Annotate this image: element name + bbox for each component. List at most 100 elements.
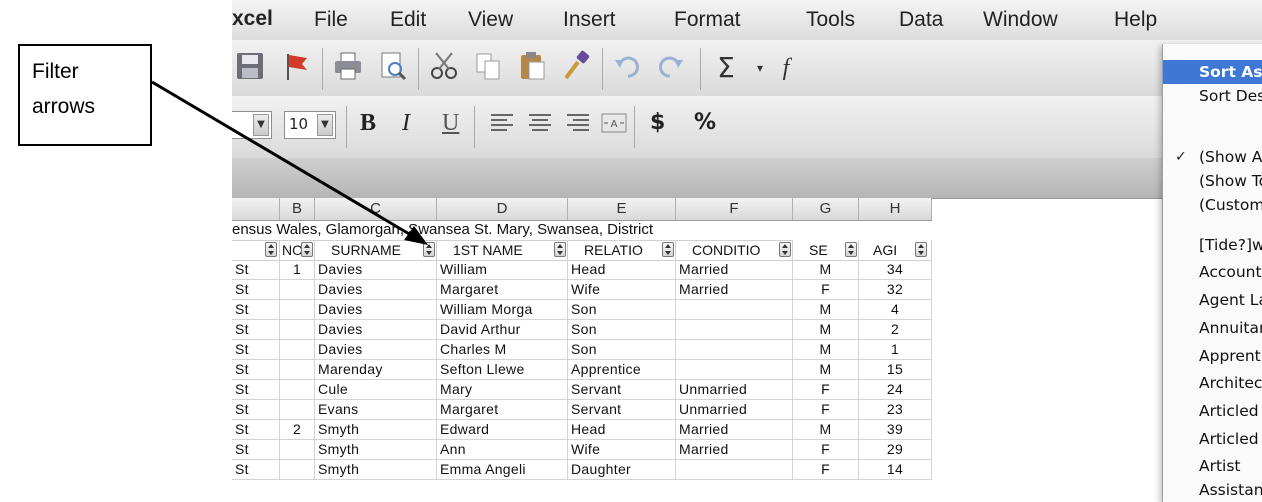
column-header[interactable]: F xyxy=(676,198,793,220)
table-cell[interactable]: Head xyxy=(568,420,676,439)
menu-item-show-all[interactable]: ✓ (Show All) xyxy=(1163,145,1262,169)
table-cell[interactable]: 39 xyxy=(859,420,932,439)
table-cell[interactable]: Davies xyxy=(315,320,437,339)
align-center-icon[interactable] xyxy=(522,108,558,144)
table-cell[interactable]: Servant xyxy=(568,380,676,399)
column-header[interactable]: C xyxy=(315,198,437,220)
table-cell[interactable]: Wife xyxy=(568,280,676,299)
filter-arrow-icon[interactable] xyxy=(662,242,674,257)
column-header[interactable]: H xyxy=(859,198,932,220)
list-item[interactable]: Apprentice Druggist xyxy=(1163,344,1262,368)
table-cell[interactable]: F xyxy=(793,380,859,399)
header-cell[interactable]: AGI xyxy=(859,240,932,260)
copy-icon[interactable] xyxy=(470,50,506,86)
table-cell[interactable]: St xyxy=(232,400,280,419)
list-item[interactable]: Architect xyxy=(1163,371,1262,395)
table-cell[interactable]: 1 xyxy=(280,260,315,279)
filter-arrow-icon[interactable] xyxy=(423,242,435,257)
table-cell[interactable] xyxy=(676,360,793,379)
undo-icon[interactable] xyxy=(610,50,646,86)
table-cell[interactable]: Son xyxy=(568,300,676,319)
table-cell[interactable]: F xyxy=(793,460,859,479)
table-cell[interactable]: David Arthur xyxy=(437,320,568,339)
autosum-icon[interactable]: Σ xyxy=(708,50,744,86)
cut-icon[interactable] xyxy=(426,50,462,86)
header-cell[interactable]: CONDITIO xyxy=(676,240,793,260)
header-cell[interactable]: SE xyxy=(793,240,859,260)
header-cell[interactable]: RELATIO xyxy=(568,240,676,260)
filter-arrow-icon[interactable] xyxy=(554,242,566,257)
table-cell[interactable]: 32 xyxy=(859,280,932,299)
table-cell[interactable]: Smyth xyxy=(315,420,437,439)
column-header[interactable]: E xyxy=(568,198,676,220)
merge-center-icon[interactable]: A xyxy=(596,108,632,144)
app-name-menu[interactable]: xcel xyxy=(232,7,273,31)
table-cell[interactable]: Davies xyxy=(315,280,437,299)
paste-icon[interactable] xyxy=(514,50,550,86)
menu-edit[interactable]: Edit xyxy=(390,8,426,32)
table-cell[interactable]: Son xyxy=(568,340,676,359)
list-item[interactable]: Accountant xyxy=(1163,260,1262,284)
menu-window[interactable]: Window xyxy=(983,8,1058,32)
menu-data[interactable]: Data xyxy=(899,8,943,32)
table-cell[interactable]: Unmarried xyxy=(676,400,793,419)
italic-button[interactable]: I xyxy=(402,110,410,137)
sheet-title-cell[interactable]: ensus Wales, Glamorgan, Swansea St. Mary… xyxy=(232,220,792,241)
underline-button[interactable]: U xyxy=(442,110,459,137)
table-cell[interactable]: St xyxy=(232,460,280,479)
table-cell[interactable]: Married xyxy=(676,420,793,439)
save-icon[interactable] xyxy=(232,50,268,86)
menu-item-sort-descending[interactable]: Sort Descending xyxy=(1163,84,1262,108)
table-cell[interactable]: Sefton Llewe xyxy=(437,360,568,379)
table-cell[interactable]: Evans xyxy=(315,400,437,419)
flag-icon[interactable] xyxy=(278,50,314,86)
list-item[interactable]: Assistant xyxy=(1163,478,1262,502)
table-cell[interactable] xyxy=(280,360,315,379)
table-cell[interactable]: Emma Angeli xyxy=(437,460,568,479)
table-cell[interactable]: St xyxy=(232,340,280,359)
table-cell[interactable]: M xyxy=(793,260,859,279)
table-cell[interactable]: 1 xyxy=(859,340,932,359)
table-cell[interactable]: Unmarried xyxy=(676,380,793,399)
table-cell[interactable]: Daughter xyxy=(568,460,676,479)
header-cell[interactable]: SURNAME xyxy=(315,240,437,260)
align-left-icon[interactable] xyxy=(484,108,520,144)
table-cell[interactable] xyxy=(280,340,315,359)
filter-arrow-icon[interactable] xyxy=(845,242,857,257)
table-cell[interactable] xyxy=(676,340,793,359)
table-cell[interactable]: F xyxy=(793,280,859,299)
table-cell[interactable]: William Morga xyxy=(437,300,568,319)
function-icon[interactable]: f xyxy=(768,50,804,86)
table-cell[interactable]: Smyth xyxy=(315,460,437,479)
table-cell[interactable]: 2 xyxy=(280,420,315,439)
table-cell[interactable]: St xyxy=(232,280,280,299)
filter-arrow-icon[interactable] xyxy=(301,242,313,257)
redo-icon[interactable] xyxy=(652,50,688,86)
font-name-dropdown[interactable]: ▼ xyxy=(232,111,272,139)
table-cell[interactable] xyxy=(280,300,315,319)
table-cell[interactable]: St xyxy=(232,420,280,439)
format-painter-icon[interactable] xyxy=(558,50,594,86)
currency-button[interactable]: $ xyxy=(650,110,665,135)
table-cell[interactable]: F xyxy=(793,440,859,459)
font-size-dropdown[interactable]: 10 ▼ xyxy=(284,111,336,139)
table-cell[interactable]: Charles M xyxy=(437,340,568,359)
table-cell[interactable]: Married xyxy=(676,280,793,299)
table-cell[interactable]: 23 xyxy=(859,400,932,419)
list-item[interactable]: Annuitant xyxy=(1163,316,1262,340)
print-icon[interactable] xyxy=(330,50,366,86)
table-cell[interactable] xyxy=(280,460,315,479)
filter-arrow-icon[interactable] xyxy=(779,242,791,257)
menu-insert[interactable]: Insert xyxy=(563,8,616,32)
table-cell[interactable]: 14 xyxy=(859,460,932,479)
header-cell[interactable]: NO xyxy=(280,240,315,260)
menu-item-sort-ascending[interactable]: Sort Ascending xyxy=(1163,60,1262,84)
table-cell[interactable]: Davies xyxy=(315,260,437,279)
table-cell[interactable]: Margaret xyxy=(437,400,568,419)
bold-button[interactable]: B xyxy=(360,110,376,137)
list-item[interactable]: Agent Land xyxy=(1163,288,1262,312)
table-cell[interactable] xyxy=(280,280,315,299)
filter-arrow-icon[interactable] xyxy=(265,242,277,257)
table-cell[interactable]: Smyth xyxy=(315,440,437,459)
table-cell[interactable]: Married xyxy=(676,260,793,279)
